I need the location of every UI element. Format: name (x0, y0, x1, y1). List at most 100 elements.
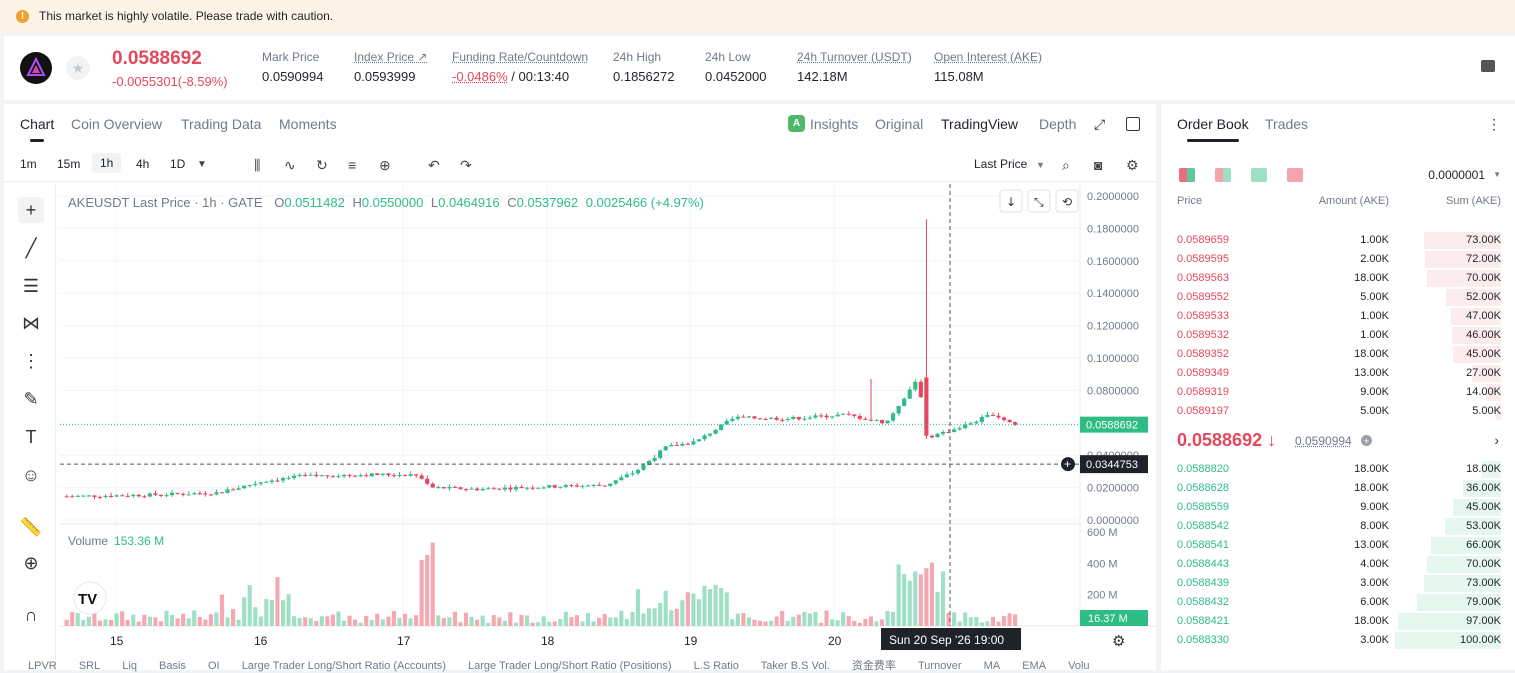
bid-row[interactable]: 0.0588542 8.00K 53.00K (1161, 517, 1515, 536)
indicator-volume[interactable]: Volu (1068, 660, 1089, 672)
candle-body (247, 485, 252, 487)
candle-body (585, 485, 591, 487)
ask-row[interactable]: 0.0589563 18.00K 70.00K (1161, 269, 1515, 288)
indicator-funding[interactable]: 资金费率 (852, 660, 896, 672)
bid-row[interactable]: 0.0588439 3.00K 73.00K (1161, 574, 1515, 593)
stat-index-price[interactable]: Index Price ↗ 0.0593999 (354, 50, 427, 84)
ask-row[interactable]: 0.0589197 5.00K 5.00K (1161, 402, 1515, 421)
volume-bar (419, 560, 424, 626)
bid-row[interactable]: 0.0588432 6.00K 79.00K (1161, 593, 1515, 612)
bid-row[interactable]: 0.0588330 3.00K 100.00K (1161, 631, 1515, 650)
indicator-ltlsr-accounts[interactable]: Large Trader Long/Short Ratio (Accounts) (242, 660, 446, 672)
candle-body (735, 416, 740, 419)
ask-row[interactable]: 0.0589659 1.00K 73.00K (1161, 231, 1515, 250)
indicator-ema[interactable]: EMA (1022, 660, 1046, 672)
row-price: 0.0588628 (1177, 482, 1229, 494)
tab-trades[interactable]: Trades (1265, 116, 1308, 132)
volume-bar (347, 615, 352, 626)
precision-select[interactable]: 0.0000001 (1428, 168, 1485, 182)
bid-row[interactable]: 0.0588443 4.00K 70.00K (1161, 555, 1515, 574)
candle-body (458, 487, 463, 490)
ask-row[interactable]: 0.0589319 9.00K 14.00K (1161, 383, 1515, 402)
volume-bar (386, 616, 391, 626)
chevron-right-icon[interactable]: › (1494, 432, 1499, 448)
indicator-basis[interactable]: Basis (159, 660, 186, 672)
row-amount: 5.00K (1360, 291, 1389, 303)
volume-bar (75, 613, 80, 626)
volume-bar (314, 620, 319, 626)
more-options-icon[interactable]: ⋮ (1487, 116, 1501, 133)
stat-funding-rate[interactable]: Funding Rate/Countdown -0.0486% / 00:13:… (452, 50, 588, 84)
candle-body (297, 475, 302, 477)
volume-bar (824, 610, 829, 626)
indicator-liq[interactable]: Liq (122, 660, 137, 672)
indicator-ma[interactable]: MA (984, 660, 1001, 672)
candle-body (264, 481, 269, 483)
volume-bar (242, 597, 247, 626)
indicator-ltlsr-positions[interactable]: Large Trader Long/Short Ratio (Positions… (468, 660, 672, 672)
volume-bar (430, 542, 435, 626)
row-amount: 6.00K (1360, 596, 1389, 608)
ask-row[interactable]: 0.0589552 5.00K 52.00K (1161, 288, 1515, 307)
scroll-down-icon: ↓ (1006, 195, 1016, 209)
volume-bar (807, 613, 812, 626)
candle-body (408, 474, 413, 476)
bid-row[interactable]: 0.0588559 9.00K 45.00K (1161, 498, 1515, 517)
candlestick-chart[interactable]: 0.2000000 0.1800000 0.1600000 0.1400000 0.12… (4, 104, 1156, 670)
bid-row[interactable]: 0.0588541 13.00K 66.00K (1161, 536, 1515, 555)
volume-bar (902, 574, 907, 626)
guide-book-icon[interactable] (1481, 60, 1495, 72)
favorite-star-icon[interactable]: ★ (66, 56, 90, 80)
candle-body (314, 474, 319, 477)
volume-bar (253, 607, 258, 626)
volume-bar (752, 619, 757, 626)
legend-change: 0.0025466 (+4.97%) (585, 195, 704, 210)
chart-legend: AKEUSDT Last Price · 1h · GATE O0.051148… (68, 195, 704, 210)
candle-body (940, 431, 946, 434)
bid-row[interactable]: 0.0588628 18.00K 36.00K (1161, 479, 1515, 498)
candle-body (791, 417, 796, 420)
volume-bar (652, 608, 657, 626)
indicator-turnover[interactable]: Turnover (918, 660, 962, 672)
bid-row[interactable]: 0.0588421 18.00K 97.00K (1161, 612, 1515, 631)
candle-body (863, 418, 868, 420)
x-tick-label: 19 (684, 634, 698, 648)
ask-row[interactable]: 0.0589595 2.00K 72.00K (1161, 250, 1515, 269)
view-split-icon[interactable] (1215, 168, 1231, 182)
candle-body (1001, 417, 1007, 421)
candle-body (169, 492, 175, 496)
volume-bar (907, 580, 912, 626)
volume-bar (292, 616, 297, 626)
candle-body (813, 415, 818, 418)
volume-bar (818, 622, 824, 626)
volume-bar (120, 611, 125, 626)
indicator-taker-vol[interactable]: Taker B.S Vol. (761, 660, 830, 672)
bid-row[interactable]: 0.0588820 18.00K 18.00K (1161, 460, 1515, 479)
volume-bar (913, 571, 918, 626)
volume-bar (414, 615, 419, 626)
precision-dropdown-icon[interactable]: ▼ (1493, 170, 1501, 179)
candle-body (929, 435, 935, 438)
indicator-ls-ratio[interactable]: L.S Ratio (694, 660, 739, 672)
volume-bar (186, 618, 191, 626)
view-asks-icon[interactable] (1287, 168, 1303, 182)
volume-bar (630, 611, 635, 626)
volume-bar (425, 554, 430, 626)
candle-body (86, 495, 91, 497)
view-both-icon[interactable] (1179, 168, 1195, 182)
indicator-oi[interactable]: OI (208, 660, 220, 672)
volume-bar (924, 568, 929, 626)
candle-body (513, 486, 519, 490)
ask-row[interactable]: 0.0589533 1.00K 47.00K (1161, 307, 1515, 326)
indicator-srl[interactable]: SRL (79, 660, 100, 672)
row-price: 0.0588439 (1177, 577, 1229, 589)
indicator-lpvr[interactable]: LPVR (28, 660, 57, 672)
volume-bar (380, 619, 385, 626)
view-bids-icon[interactable] (1251, 168, 1267, 182)
stat-mark-price: Mark Price 0.0590994 (262, 50, 324, 84)
ask-row[interactable]: 0.0589352 18.00K 45.00K (1161, 345, 1515, 364)
candle-body (824, 415, 829, 418)
ask-row[interactable]: 0.0589532 1.00K 46.00K (1161, 326, 1515, 345)
ask-row[interactable]: 0.0589349 13.00K 27.00K (1161, 364, 1515, 383)
tab-order-book[interactable]: Order Book (1177, 116, 1249, 142)
